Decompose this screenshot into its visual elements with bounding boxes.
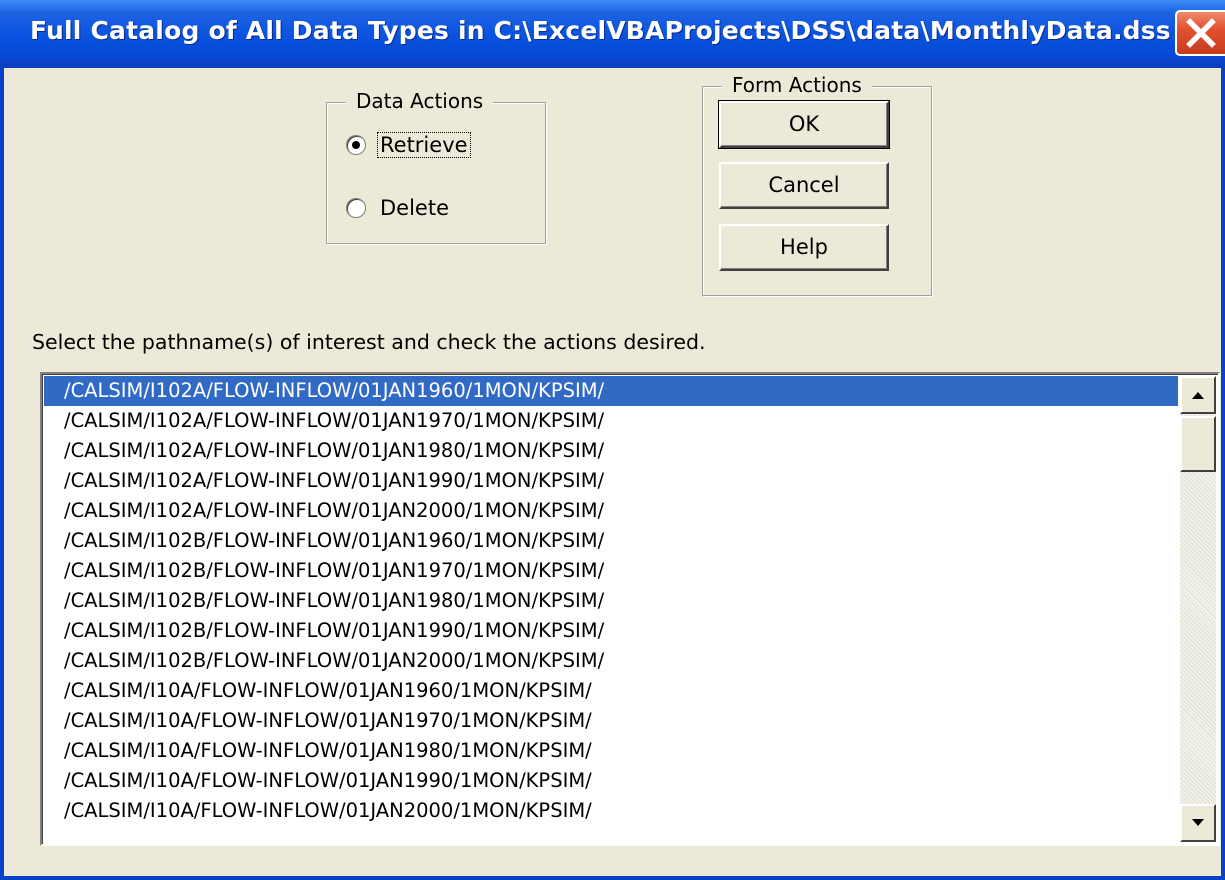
close-icon bbox=[1186, 18, 1216, 48]
instruction-text: Select the pathname(s) of interest and c… bbox=[32, 330, 706, 354]
scroll-up-button[interactable] bbox=[1180, 376, 1216, 414]
list-item[interactable]: /CALSIM/I102A/FLOW-INFLOW/01JAN1960/1MON… bbox=[44, 376, 1178, 406]
list-item[interactable]: /CALSIM/I102B/FLOW-INFLOW/01JAN2000/1MON… bbox=[44, 646, 1178, 676]
list-item[interactable]: /CALSIM/I10A/FLOW-INFLOW/01JAN1990/1MON/… bbox=[44, 766, 1178, 796]
data-actions-label: Data Actions bbox=[346, 88, 494, 114]
list-item[interactable]: /CALSIM/I102B/FLOW-INFLOW/01JAN1990/1MON… bbox=[44, 616, 1178, 646]
cancel-button[interactable]: Cancel bbox=[719, 162, 889, 209]
retrieve-option[interactable]: Retrieve bbox=[346, 128, 471, 162]
list-item[interactable]: /CALSIM/I10A/FLOW-INFLOW/01JAN1970/1MON/… bbox=[44, 706, 1178, 736]
list-item[interactable]: /CALSIM/I102A/FLOW-INFLOW/01JAN1990/1MON… bbox=[44, 466, 1178, 496]
pathname-list[interactable]: /CALSIM/I102A/FLOW-INFLOW/01JAN1960/1MON… bbox=[44, 376, 1178, 826]
delete-label[interactable]: Delete bbox=[378, 196, 451, 220]
list-item[interactable]: /CALSIM/I10A/FLOW-INFLOW/01JAN2000/1MON/… bbox=[44, 796, 1178, 826]
window-title: Full Catalog of All Data Types in C:\Exc… bbox=[30, 16, 1171, 45]
close-button[interactable] bbox=[1175, 10, 1225, 56]
delete-radio[interactable] bbox=[346, 198, 366, 218]
list-item[interactable]: /CALSIM/I10A/FLOW-INFLOW/01JAN1960/1MON/… bbox=[44, 676, 1178, 706]
title-bar[interactable]: Full Catalog of All Data Types in C:\Exc… bbox=[0, 0, 1225, 68]
list-item[interactable]: /CALSIM/I102A/FLOW-INFLOW/01JAN2000/1MON… bbox=[44, 496, 1178, 526]
list-item[interactable]: /CALSIM/I102B/FLOW-INFLOW/01JAN1980/1MON… bbox=[44, 586, 1178, 616]
help-button[interactable]: Help bbox=[719, 224, 889, 271]
arrow-up-icon bbox=[1192, 392, 1204, 399]
vertical-scrollbar[interactable] bbox=[1180, 376, 1216, 842]
dialog-window: Full Catalog of All Data Types in C:\Exc… bbox=[0, 0, 1225, 880]
list-item[interactable]: /CALSIM/I10A/FLOW-INFLOW/01JAN1980/1MON/… bbox=[44, 736, 1178, 766]
form-actions-group: Form Actions OK Cancel Help bbox=[702, 72, 932, 296]
retrieve-radio[interactable] bbox=[346, 135, 366, 155]
scroll-thumb[interactable] bbox=[1180, 416, 1216, 472]
list-item[interactable]: /CALSIM/I102B/FLOW-INFLOW/01JAN1960/1MON… bbox=[44, 526, 1178, 556]
arrow-down-icon bbox=[1192, 819, 1204, 826]
form-actions-label: Form Actions bbox=[722, 72, 872, 98]
ok-button[interactable]: OK bbox=[718, 100, 890, 149]
retrieve-label[interactable]: Retrieve bbox=[377, 132, 471, 158]
pathname-listbox[interactable]: /CALSIM/I102A/FLOW-INFLOW/01JAN1960/1MON… bbox=[40, 372, 1220, 846]
list-item[interactable]: /CALSIM/I102B/FLOW-INFLOW/01JAN1970/1MON… bbox=[44, 556, 1178, 586]
data-actions-group: Data Actions Retrieve Delete bbox=[326, 88, 546, 244]
delete-option[interactable]: Delete bbox=[346, 191, 451, 225]
scroll-down-button[interactable] bbox=[1180, 804, 1216, 842]
list-item[interactable]: /CALSIM/I102A/FLOW-INFLOW/01JAN1970/1MON… bbox=[44, 406, 1178, 436]
list-item[interactable]: /CALSIM/I102A/FLOW-INFLOW/01JAN1980/1MON… bbox=[44, 436, 1178, 466]
